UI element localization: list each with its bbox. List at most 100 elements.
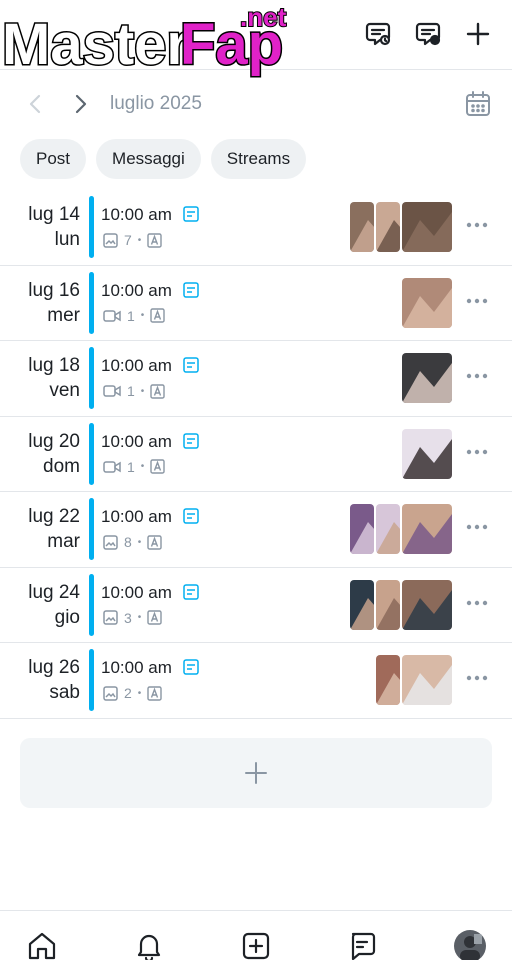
chevron-right-icon[interactable] [68,92,92,116]
post-time: 10:00 am [101,280,172,300]
post-date-day: lug 14 [28,204,80,225]
post-date-day: lug 24 [28,581,80,603]
post-date-day: lug 26 [28,657,80,678]
media-count: 8 [124,534,132,550]
post-time: 10:00 am [101,431,172,451]
media-thumbnail [376,504,400,554]
post-date: lug 18 ven [14,353,80,403]
post-date-day: lug 18 [28,355,80,376]
home-icon [28,932,56,960]
chevron-left-icon[interactable] [24,92,48,116]
media-thumbnail [402,202,452,252]
more-horizontal-icon [466,524,488,530]
post-date-weekday: dom [43,455,80,477]
separator-dot-icon: • [140,385,145,397]
nav-home[interactable] [25,929,59,960]
svg-text:.net: .net [240,2,287,32]
calendar-icon[interactable] [464,90,492,118]
more-options-button[interactable] [466,365,488,387]
filter-chip-streams[interactable]: Streams [210,139,307,179]
media-thumbnails[interactable] [376,655,452,705]
media-count: 1 [127,383,135,399]
media-thumbnails[interactable] [350,202,452,252]
text-note-icon [183,206,199,222]
new-post-button[interactable] [462,18,494,50]
text-format-icon [150,459,166,474]
add-post-icon [242,932,270,960]
media-count: 1 [127,307,135,324]
bell-icon [137,934,161,960]
nav-notifications[interactable] [132,929,166,960]
text-format-icon [150,383,166,399]
post-date-day: lug 20 [28,430,80,452]
nav-messages[interactable] [345,929,379,960]
month-navigator: luglio 2025 [0,82,512,128]
video-icon [103,460,121,473]
separator-dot-icon: • [137,687,142,699]
more-options-button[interactable] [466,667,488,689]
scheduled-post-row[interactable]: lug 18 ven 10:00 am 1 • [0,341,512,417]
post-date-weekday: sab [49,682,80,703]
plus-icon [245,762,267,784]
post-date-weekday: lun [54,229,80,250]
post-date: lug 22 mar [14,504,80,554]
post-meta: 1 • [103,459,166,475]
media-thumbnails[interactable] [350,579,452,630]
media-thumbnail [376,655,400,705]
post-time: 10:00 am [101,582,172,602]
post-date-weekday: mar [47,531,80,552]
media-thumbnails[interactable] [402,277,452,328]
post-date-weekday: gio [54,606,80,628]
more-horizontal-icon [466,600,488,605]
scheduled-post-row[interactable]: lug 22 mar 10:00 am 8 • [0,492,512,568]
filter-chip-post[interactable]: Post [20,139,87,179]
scheduled-post-row[interactable]: lug 16 mer 10:00 am 1 • [0,266,512,341]
post-meta: 8 • [103,534,163,550]
more-options-button[interactable] [466,516,488,538]
separator-dot-icon: • [137,234,142,246]
top-bar: Master Fap .net [0,0,512,78]
scheduled-post-row[interactable]: lug 14 lun 10:00 am 7 • [0,190,512,266]
more-options-button[interactable] [466,592,488,614]
media-thumbnails[interactable] [350,504,452,554]
scheduled-post-row[interactable]: lug 26 sab 10:00 am 2 • [0,643,512,719]
media-thumbnails[interactable] [402,428,452,479]
status-bar [89,196,94,258]
more-horizontal-icon [466,675,488,681]
media-thumbnail [402,353,452,403]
media-thumbnail [402,579,452,630]
text-note-icon [183,659,199,675]
media-thumbnail [350,504,374,554]
post-date: lug 26 sab [14,655,80,705]
image-icon [103,610,118,625]
messages-icon [351,932,376,960]
status-bar [89,271,94,334]
video-icon [103,309,121,322]
post-time: 10:00 am [101,507,172,526]
nav-add-post[interactable] [239,929,273,960]
text-note-icon [183,432,199,449]
post-time: 10:00 am [101,658,172,677]
media-thumbnail [402,277,452,328]
media-thumbnail [376,202,400,252]
text-format-icon [150,308,166,323]
media-thumbnail [376,579,400,630]
nav-profile[interactable] [453,929,487,960]
plus-icon [466,22,490,46]
scheduled-post-row[interactable]: lug 20 dom 10:00 am 1 • [0,417,512,492]
more-options-button[interactable] [466,290,488,312]
queue-button[interactable] [362,18,394,50]
media-thumbnails[interactable] [402,353,452,403]
add-scheduled-button[interactable] [20,738,492,808]
status-bar [89,649,94,711]
saved-queue-icon [415,22,441,46]
month-label[interactable]: luglio 2025 [110,93,202,115]
scheduled-post-row[interactable]: lug 24 gio 10:00 am 3 • [0,568,512,643]
separator-dot-icon: • [137,536,142,548]
saved-queue-button[interactable] [412,18,444,50]
more-options-button[interactable] [466,214,488,236]
status-bar [89,422,94,485]
post-date-weekday: ven [49,380,80,401]
filter-chip-messaggi[interactable]: Messaggi [96,139,201,179]
more-options-button[interactable] [466,441,488,463]
